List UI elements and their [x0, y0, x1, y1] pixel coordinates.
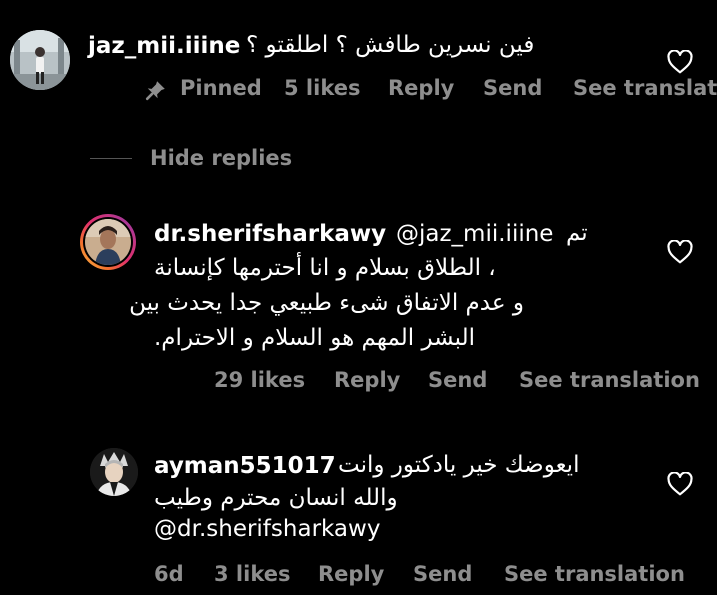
send-button[interactable]: Send: [483, 78, 542, 99]
like-heart-icon[interactable]: [667, 240, 693, 264]
send-button[interactable]: Send: [413, 564, 472, 585]
see-translation-button[interactable]: See translation: [504, 564, 685, 585]
reply1-text-line2: ، الطلاق بسلام و انا أحترمها كإنسانة: [154, 255, 496, 281]
comment-text: فين نسرين طافش ؟ اطلقتو ؟: [246, 32, 535, 58]
avatar-ayman551017[interactable]: [90, 448, 138, 496]
send-button[interactable]: Send: [428, 370, 487, 391]
pin-icon: [145, 81, 165, 101]
hide-replies-button[interactable]: Hide replies: [150, 148, 292, 169]
reply-button[interactable]: Reply: [334, 370, 400, 391]
reply-button[interactable]: Reply: [318, 564, 384, 585]
avatar-image: [10, 30, 70, 90]
see-translation-button[interactable]: See translation: [519, 370, 700, 391]
see-translation-button[interactable]: See translation: [573, 78, 717, 99]
likes-count[interactable]: 29 likes: [214, 370, 305, 391]
avatar-image: [85, 219, 131, 265]
reply2-text-line1: ايعوضك خير يادكتور وانت: [338, 452, 580, 478]
avatar-image: [90, 448, 138, 496]
reply1-meta-row: 29 likes Reply Send See translation: [214, 368, 714, 394]
like-heart-icon[interactable]: [667, 50, 693, 74]
reply2-mention[interactable]: @dr.sherifsharkawy: [154, 518, 380, 541]
comment-age: 6d: [154, 562, 184, 586]
reply1-text-line4: البشر المهم هو السلام و الاحترام.: [154, 325, 476, 351]
avatar-dr-sherifsharkawy[interactable]: [80, 214, 136, 270]
avatar-jaz-mii-iiine[interactable]: [10, 30, 70, 90]
reply2-username[interactable]: ayman551017: [154, 455, 336, 478]
like-heart-icon[interactable]: [667, 472, 693, 496]
replies-divider: [90, 158, 132, 159]
reply2-meta-row: 6d 3 likes Reply Send See translation: [154, 562, 714, 588]
likes-count[interactable]: 3 likes: [214, 564, 290, 585]
reply-button[interactable]: Reply: [388, 78, 454, 99]
comment-username[interactable]: jaz_mii.iiine: [88, 35, 240, 58]
reply1-text-line1: تم: [566, 220, 588, 246]
comment-meta-row: Pinned 5 likes Reply Send See translatio…: [145, 76, 717, 102]
reply1-text-line3: و عدم الاتفاق شىء طبيعي جدا يحدث بين: [129, 290, 524, 316]
reply2-text-line2: والله انسان محترم وطيب: [154, 485, 398, 511]
reply1-username[interactable]: dr.sherifsharkawy: [154, 223, 386, 246]
likes-count[interactable]: 5 likes: [284, 78, 360, 99]
pinned-label: Pinned: [180, 76, 262, 100]
reply1-mention[interactable]: @jaz_mii.iiine: [396, 223, 553, 246]
